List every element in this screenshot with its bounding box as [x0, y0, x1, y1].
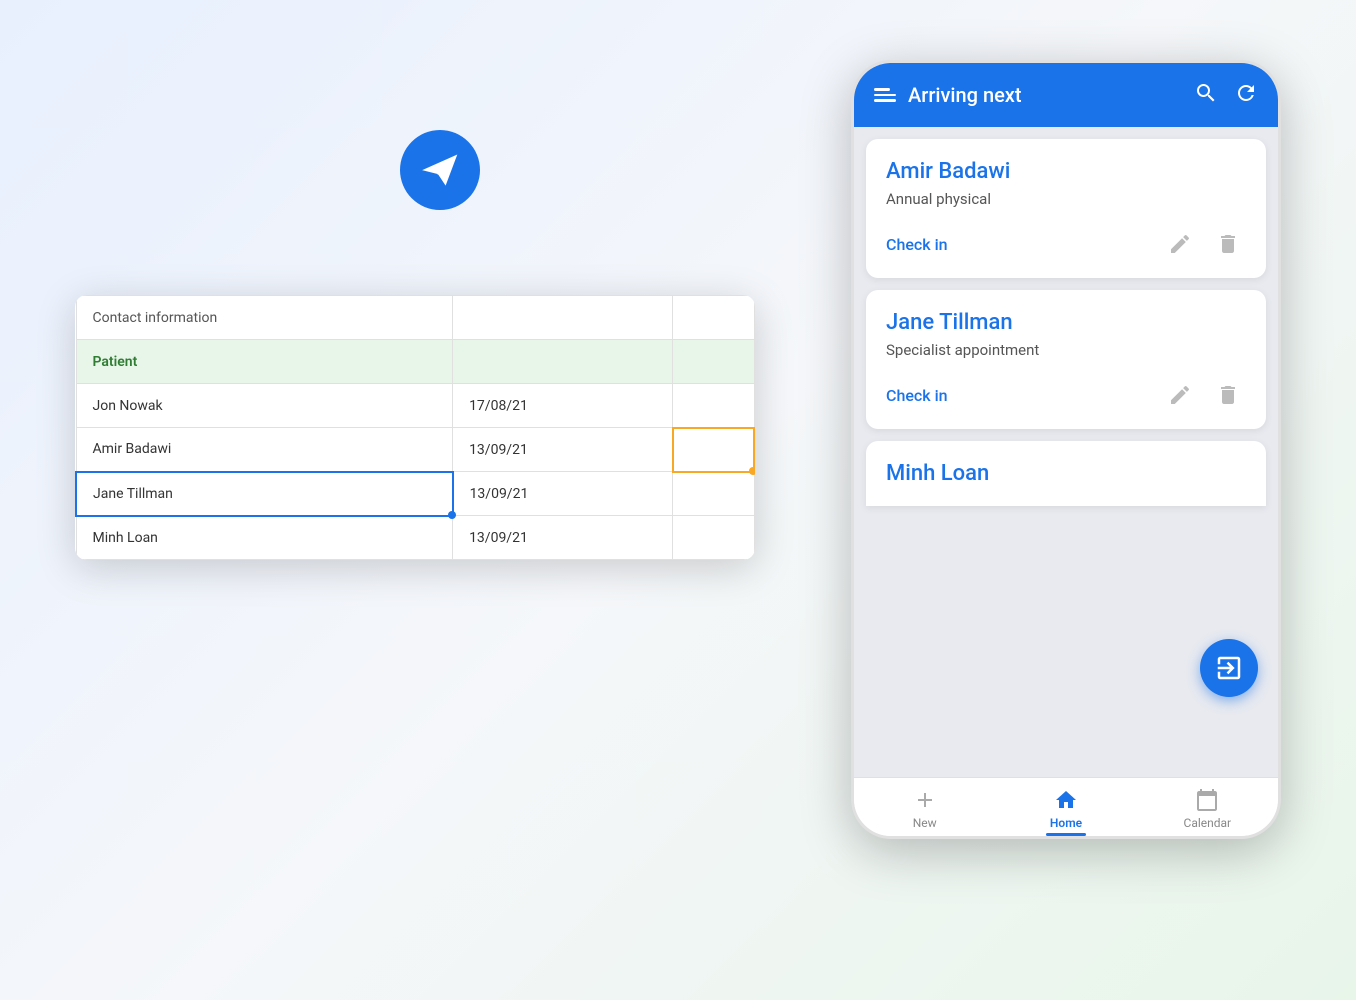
patient-name-cell[interactable]: Amir Badawi: [76, 428, 453, 472]
date-cell[interactable]: 13/09/21: [453, 472, 673, 516]
header-col3: [673, 296, 754, 340]
patient-name-cell-selected[interactable]: Jane Tillman: [76, 472, 453, 516]
spreadsheet-section: Patient: [76, 340, 754, 384]
patient-name-minh: Minh Loan: [886, 461, 1246, 486]
check-in-link-amir[interactable]: Check in: [886, 235, 1150, 254]
phone-mockup: Arriving next Amir Badawi Annual physica…: [851, 60, 1281, 839]
edit-icon-jane[interactable]: [1162, 377, 1198, 413]
phone-header: Arriving next: [854, 63, 1278, 127]
table-row[interactable]: Jane Tillman 13/09/21: [76, 472, 754, 516]
delete-icon-amir[interactable]: [1210, 226, 1246, 262]
date-cell[interactable]: 13/09/21: [453, 516, 673, 560]
nav-label-new: New: [913, 816, 937, 830]
patient-appointment-amir: Annual physical: [886, 190, 1246, 208]
date-cell[interactable]: 17/08/21: [453, 384, 673, 428]
menu-icon[interactable]: [874, 88, 896, 102]
extra-cell[interactable]: [673, 384, 754, 428]
table-row[interactable]: Jon Nowak 17/08/21: [76, 384, 754, 428]
delete-icon-jane[interactable]: [1210, 377, 1246, 413]
date-cell[interactable]: 13/09/21: [453, 428, 673, 472]
nav-item-new[interactable]: New: [854, 778, 995, 836]
nav-label-home: Home: [1050, 816, 1082, 830]
table-row[interactable]: Amir Badawi 13/09/21: [76, 428, 754, 472]
section-label: Patient: [76, 340, 453, 384]
nav-label-calendar: Calendar: [1184, 816, 1232, 830]
patient-card-jane: Jane Tillman Specialist appointment Chec…: [866, 290, 1266, 429]
table-row[interactable]: Minh Loan 13/09/21: [76, 516, 754, 560]
header-col1: Contact information: [76, 296, 453, 340]
spreadsheet-header: Contact information: [76, 296, 754, 340]
check-in-link-jane[interactable]: Check in: [886, 386, 1150, 405]
patient-card-amir: Amir Badawi Annual physical Check in: [866, 139, 1266, 278]
selected-cell-yellow[interactable]: [673, 428, 754, 472]
edit-icon-amir[interactable]: [1162, 226, 1198, 262]
extra-cell[interactable]: [673, 472, 754, 516]
patient-name-cell[interactable]: Minh Loan: [76, 516, 453, 560]
phone-title: Arriving next: [908, 83, 1182, 107]
bottom-nav: New Home Calendar: [854, 777, 1278, 836]
app-logo: [400, 130, 480, 210]
patient-name-cell[interactable]: Jon Nowak: [76, 384, 453, 428]
patient-card-minh-partial: Minh Loan: [866, 441, 1266, 506]
extra-cell[interactable]: [673, 516, 754, 560]
nav-item-home[interactable]: Home: [995, 778, 1136, 836]
patient-name-amir: Amir Badawi: [886, 159, 1246, 184]
patient-name-jane: Jane Tillman: [886, 310, 1246, 335]
nav-active-indicator: [1046, 833, 1086, 836]
spreadsheet-card: Contact information Patient Jon Nowak 17…: [75, 295, 755, 560]
search-icon[interactable]: [1194, 81, 1218, 109]
patient-appointment-jane: Specialist appointment: [886, 341, 1246, 359]
phone-body: Amir Badawi Annual physical Check in Jan…: [854, 127, 1278, 777]
fab-checkin-button[interactable]: [1200, 639, 1258, 697]
refresh-icon[interactable]: [1234, 81, 1258, 109]
nav-item-calendar[interactable]: Calendar: [1137, 778, 1278, 836]
header-col2: [453, 296, 673, 340]
